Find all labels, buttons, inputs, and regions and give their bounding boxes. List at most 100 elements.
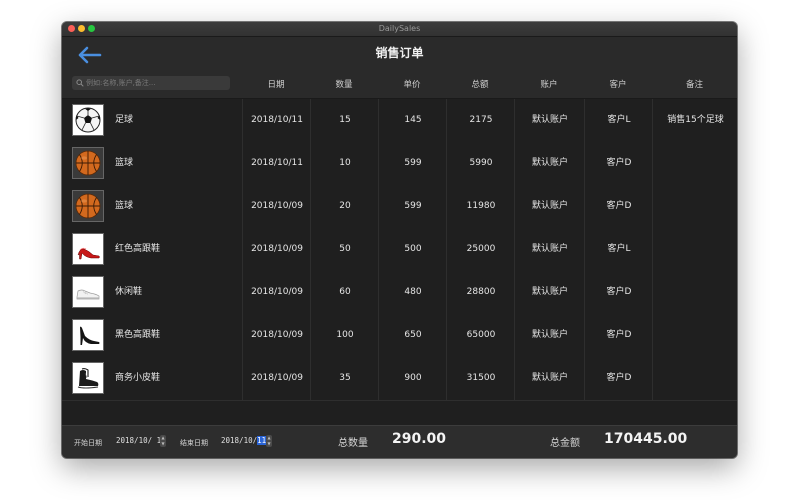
start-date-stepper[interactable]: ▲ ▼	[160, 435, 166, 447]
product-thumbnail	[72, 233, 104, 265]
account-cell: 默认账户	[514, 357, 585, 400]
start-date-picker[interactable]: 2018/10/ 1	[116, 434, 161, 448]
table-row[interactable]: 商务小皮鞋 2018/10/09 35 900 31500 默认账户 客户D	[62, 357, 737, 401]
soccer-ball-icon	[75, 107, 101, 133]
account-cell: 默认账户	[514, 142, 585, 185]
account-cell: 默认账户	[514, 228, 585, 271]
table-row[interactable]: 篮球 2018/10/11 10 599 5990 默认账户 客户D	[62, 142, 737, 186]
unit-price-cell: 900	[378, 357, 447, 400]
end-date-label: 结束日期	[180, 439, 208, 447]
product-thumbnail	[72, 147, 104, 179]
product-name: 休闲鞋	[115, 287, 143, 297]
total-cell: 5990	[446, 142, 515, 185]
footer-bar: 开始日期 2018/10/ 1 ▲ ▼ 结束日期 2018/10/11 ▲ ▼ 总数…	[62, 425, 737, 458]
table-row[interactable]: 黑色高跟鞋 2018/10/09 100 650 65000 默认账户 客户D	[62, 314, 737, 358]
unit-price-cell: 599	[378, 185, 447, 228]
total-cell: 28800	[446, 271, 515, 314]
product-name: 篮球	[115, 158, 134, 168]
column-header-customer[interactable]: 客户	[584, 78, 652, 92]
customer-cell: 客户D	[584, 271, 653, 314]
date-cell: 2018/10/09	[242, 357, 311, 400]
total-amount-value: 170445.00	[604, 431, 688, 447]
table-empty-area	[62, 401, 737, 425]
total-amount-label: 总金额	[550, 438, 580, 449]
customer-cell: 客户D	[584, 314, 653, 357]
quantity-cell: 15	[310, 99, 379, 142]
end-date-day[interactable]: 11	[257, 436, 267, 445]
unit-price-cell: 599	[378, 142, 447, 185]
unit-price-cell: 500	[378, 228, 447, 271]
product-thumbnail	[72, 104, 104, 136]
column-header-quantity[interactable]: 数量	[310, 78, 378, 92]
black-high-heel-icon	[80, 326, 100, 345]
column-header-total[interactable]: 总额	[446, 78, 514, 92]
product-name: 足球	[115, 115, 134, 125]
total-cell: 11980	[446, 185, 515, 228]
date-cell: 2018/10/11	[242, 99, 311, 142]
note-cell	[652, 271, 737, 314]
total-cell: 25000	[446, 228, 515, 271]
customer-cell: 客户L	[584, 228, 653, 271]
note-cell	[652, 228, 737, 271]
note-cell: 销售15个足球	[652, 99, 737, 142]
column-header-unit-price[interactable]: 单价	[378, 78, 446, 92]
date-cell: 2018/10/09	[242, 185, 311, 228]
column-header-date[interactable]: 日期	[242, 78, 310, 92]
title-bar: DailySales	[62, 22, 737, 37]
quantity-cell: 20	[310, 185, 379, 228]
basketball-icon	[75, 150, 101, 176]
date-cell: 2018/10/11	[242, 142, 311, 185]
basketball-icon	[75, 193, 101, 219]
column-header-account[interactable]: 账户	[514, 78, 584, 92]
unit-price-cell: 480	[378, 271, 447, 314]
table-row[interactable]: 休闲鞋 2018/10/09 60 480 28800 默认账户 客户D	[62, 271, 737, 315]
customer-cell: 客户D	[584, 142, 653, 185]
unit-price-cell: 145	[378, 99, 447, 142]
note-cell	[652, 357, 737, 400]
total-cell: 2175	[446, 99, 515, 142]
quantity-cell: 50	[310, 228, 379, 271]
product-thumbnail	[72, 276, 104, 308]
page-title: 销售订单	[375, 46, 424, 60]
product-name: 篮球	[115, 201, 134, 211]
search-box[interactable]	[72, 76, 230, 90]
column-header-note[interactable]: 备注	[652, 78, 737, 92]
account-cell: 默认账户	[514, 314, 585, 357]
table-row[interactable]: 红色高跟鞋 2018/10/09 50 500 25000 默认账户 客户L	[62, 228, 737, 272]
end-date-prefix: 2018/10/	[221, 436, 258, 445]
note-cell	[652, 185, 737, 228]
table-row[interactable]: 篮球 2018/10/09 20 599 11980 默认账户 客户D	[62, 185, 737, 229]
total-cell: 65000	[446, 314, 515, 357]
unit-price-cell: 650	[378, 314, 447, 357]
date-cell: 2018/10/09	[242, 228, 311, 271]
account-cell: 默认账户	[514, 185, 585, 228]
note-cell	[652, 142, 737, 185]
red-high-heel-icon	[77, 247, 100, 260]
app-window: DailySales 销售订单 日期 数量 单价 总额 账户 客户 备注	[62, 22, 737, 458]
start-date-label: 开始日期	[74, 439, 102, 447]
product-name: 红色高跟鞋	[115, 244, 161, 254]
search-icon	[76, 79, 84, 87]
customer-cell: 客户D	[584, 357, 653, 400]
leather-shoe-icon	[77, 368, 99, 389]
total-quantity-value: 290.00	[392, 431, 447, 447]
search-input[interactable]	[86, 76, 226, 90]
product-thumbnail	[72, 319, 104, 351]
date-cell: 2018/10/09	[242, 271, 311, 314]
date-cell: 2018/10/09	[242, 314, 311, 357]
sneaker-icon	[76, 289, 100, 300]
end-date-picker[interactable]: 2018/10/11	[221, 434, 267, 448]
quantity-cell: 10	[310, 142, 379, 185]
start-date-prefix: 2018/10/	[116, 436, 153, 445]
total-quantity-label: 总数量	[338, 438, 368, 449]
product-thumbnail	[72, 362, 104, 394]
account-cell: 默认账户	[514, 99, 585, 142]
product-name: 黑色高跟鞋	[115, 330, 161, 340]
quantity-cell: 60	[310, 271, 379, 314]
note-cell	[652, 314, 737, 357]
quantity-cell: 100	[310, 314, 379, 357]
table-row[interactable]: 足球 2018/10/11 15 145 2175 默认账户 客户L 销售15个…	[62, 99, 737, 143]
product-name: 商务小皮鞋	[115, 373, 161, 383]
end-date-stepper[interactable]: ▲ ▼	[266, 435, 272, 447]
account-cell: 默认账户	[514, 271, 585, 314]
